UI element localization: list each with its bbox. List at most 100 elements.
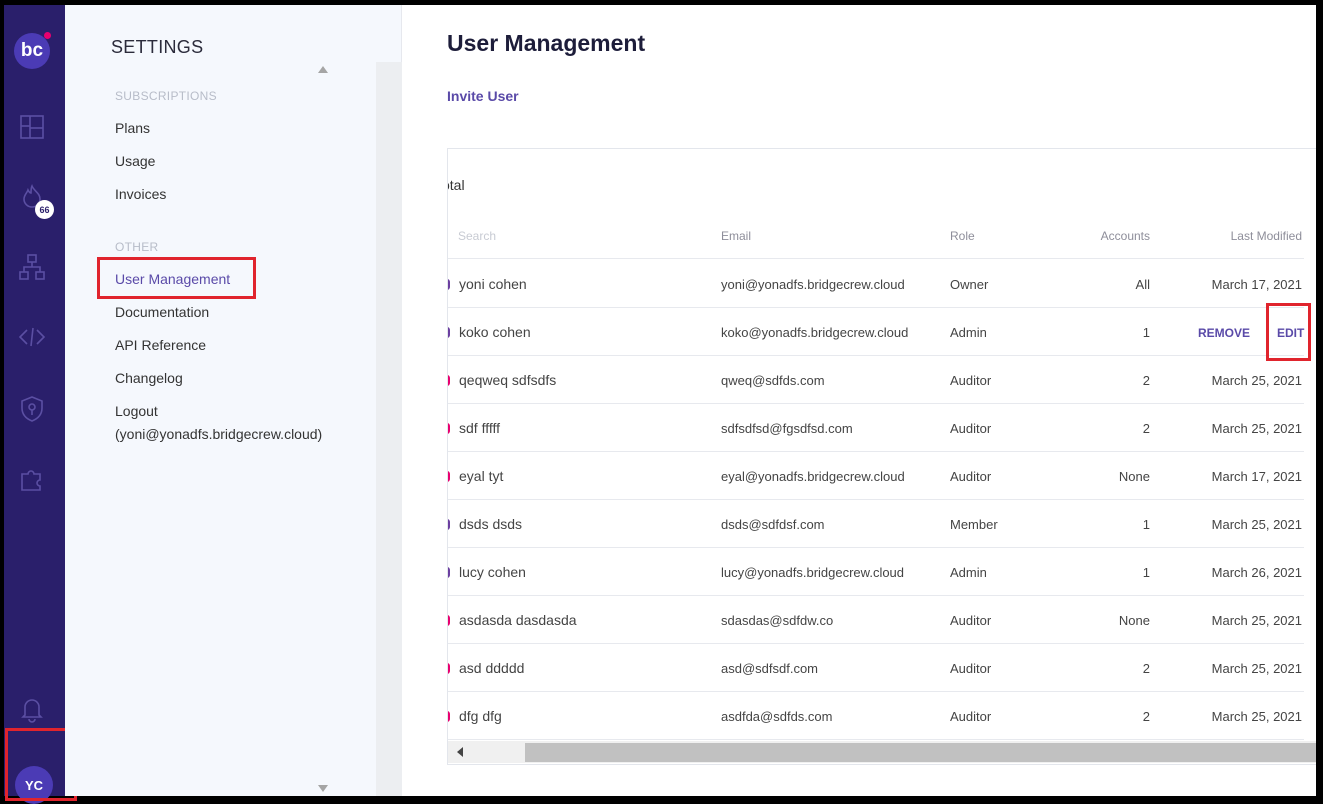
invite-user-button[interactable]: Invite User bbox=[447, 88, 519, 104]
user-name: qeqweq sdfsdfs bbox=[459, 372, 557, 388]
table-row[interactable]: qeqweq sdfsdfs qweq@sdfds.com Auditor 2 Marc… bbox=[448, 356, 1304, 404]
user-name: lucy cohen bbox=[459, 564, 526, 580]
column-email[interactable]: Email bbox=[721, 229, 751, 243]
user-last-modified: March 25, 2021 bbox=[1211, 373, 1302, 388]
user-email: sdasdas@sdfdw.co bbox=[721, 613, 834, 628]
user-last-modified: March 25, 2021 bbox=[1211, 709, 1302, 724]
settings-scrollbar[interactable] bbox=[376, 62, 402, 796]
status-dot bbox=[448, 471, 450, 482]
table-row[interactable]: lucy cohen lucy@yonadfs.bridgecrew.cloud A… bbox=[448, 548, 1304, 596]
icon-rail: bc 66 YC bbox=[4, 5, 65, 804]
users-table-card: otal Search Email Role Accounts Last Mod… bbox=[447, 148, 1316, 765]
nav-plans[interactable]: Plans bbox=[115, 120, 150, 136]
user-role: Auditor bbox=[950, 709, 992, 724]
table-row[interactable]: dsds dsds dsds@sdfdsf.com Member 1 March 25,… bbox=[448, 500, 1304, 548]
user-name: asd ddddd bbox=[459, 660, 525, 676]
user-accounts: All bbox=[1135, 277, 1150, 292]
nav-api-reference[interactable]: API Reference bbox=[115, 337, 206, 353]
user-email: sdfsdfsd@fgsdfsd.com bbox=[721, 421, 853, 436]
user-last-modified: March 26, 2021 bbox=[1211, 565, 1302, 580]
settings-title: SETTINGS bbox=[111, 37, 204, 57]
user-role: Auditor bbox=[950, 613, 992, 628]
user-accounts: None bbox=[1118, 613, 1150, 628]
user-email: qweq@sdfds.com bbox=[721, 373, 825, 388]
search-input[interactable]: Search bbox=[458, 229, 496, 243]
user-role: Admin bbox=[950, 565, 987, 580]
total-label: otal bbox=[448, 177, 465, 193]
nav-logout[interactable]: Logout bbox=[115, 403, 158, 419]
table-row[interactable]: eyal tyt eyal@yonadfs.bridgecrew.cloud Aud… bbox=[448, 452, 1304, 500]
scroll-down-icon[interactable] bbox=[318, 785, 328, 792]
column-last-modified[interactable]: Last Modified bbox=[1188, 229, 1302, 243]
code-icon[interactable] bbox=[18, 323, 46, 351]
app-window: bc 66 YC SETTINGS SUBSCRIPTIONS Plans Us… bbox=[0, 0, 1323, 804]
user-role: Admin bbox=[950, 325, 987, 340]
user-accounts: 1 bbox=[1142, 325, 1150, 340]
user-accounts: 2 bbox=[1142, 709, 1150, 724]
integrations-icon[interactable] bbox=[18, 465, 46, 493]
status-dot bbox=[448, 279, 450, 290]
user-name: sdf fffff bbox=[459, 420, 501, 436]
resources-icon[interactable] bbox=[18, 253, 46, 281]
user-avatar[interactable]: YC bbox=[15, 766, 53, 804]
user-last-modified: March 25, 2021 bbox=[1211, 613, 1302, 628]
table-row[interactable]: asd ddddd asd@sdfsdf.com Auditor 2 March 25,… bbox=[448, 644, 1304, 692]
dashboard-icon[interactable] bbox=[18, 113, 46, 141]
user-email: asdfda@sdfds.com bbox=[721, 709, 833, 724]
user-accounts: 2 bbox=[1142, 661, 1150, 676]
user-email: dsds@sdfdsf.com bbox=[721, 517, 825, 532]
scrollbar-thumb[interactable] bbox=[525, 743, 1316, 762]
subscriptions-heading: SUBSCRIPTIONS bbox=[115, 89, 217, 103]
column-accounts[interactable]: Accounts bbox=[1048, 229, 1150, 243]
status-dot bbox=[448, 663, 450, 674]
nav-documentation[interactable]: Documentation bbox=[115, 304, 209, 320]
user-role: Auditor bbox=[950, 373, 992, 388]
user-email: koko@yonadfs.bridgecrew.cloud bbox=[721, 325, 909, 340]
logo-dot bbox=[44, 32, 51, 39]
other-heading: OTHER bbox=[115, 240, 159, 254]
table-row[interactable]: dfg dfg asdfda@sdfds.com Auditor 2 March 25,… bbox=[448, 692, 1304, 740]
user-last-modified: March 17, 2021 bbox=[1211, 277, 1302, 292]
table-row[interactable]: asdasda dasdasda sdasdas@sdfdw.co Auditor N… bbox=[448, 596, 1304, 644]
table-row[interactable]: sdf fffff sdfsdfsd@fgsdfsd.com Auditor 2 Mar… bbox=[448, 404, 1304, 452]
remove-button[interactable]: REMOVE bbox=[1198, 326, 1250, 340]
table-row[interactable]: koko cohen koko@yonadfs.bridgecrew.cloud A… bbox=[448, 308, 1304, 356]
user-last-modified: March 25, 2021 bbox=[1211, 661, 1302, 676]
user-name: asdasda dasdasda bbox=[459, 612, 577, 628]
table-row[interactable]: yoni cohen yoni@yonadfs.bridgecrew.cloud O… bbox=[448, 260, 1304, 308]
bell-icon[interactable] bbox=[18, 695, 46, 723]
status-dot bbox=[448, 423, 450, 434]
user-accounts: 2 bbox=[1142, 373, 1150, 388]
user-name: yoni cohen bbox=[459, 276, 527, 292]
logout-email[interactable]: (yoni@yonadfs.bridgecrew.cloud) bbox=[115, 426, 322, 442]
nav-user-management[interactable]: User Management bbox=[115, 271, 230, 287]
user-role: Auditor bbox=[950, 421, 992, 436]
user-name: dsds dsds bbox=[459, 516, 523, 532]
status-dot bbox=[448, 567, 450, 578]
status-dot bbox=[448, 327, 450, 338]
scroll-left-icon[interactable] bbox=[457, 747, 463, 757]
status-dot bbox=[448, 615, 450, 626]
user-last-modified: March 17, 2021 bbox=[1211, 469, 1302, 484]
nav-changelog[interactable]: Changelog bbox=[115, 370, 183, 386]
user-accounts: None bbox=[1118, 469, 1150, 484]
edit-button[interactable]: EDIT bbox=[1277, 326, 1304, 340]
nav-usage[interactable]: Usage bbox=[115, 153, 155, 169]
user-email: lucy@yonadfs.bridgecrew.cloud bbox=[721, 565, 905, 580]
user-email: yoni@yonadfs.bridgecrew.cloud bbox=[721, 277, 905, 292]
user-name: eyal tyt bbox=[459, 468, 504, 484]
nav-invoices[interactable]: Invoices bbox=[115, 186, 166, 202]
user-last-modified: March 25, 2021 bbox=[1211, 421, 1302, 436]
user-role: Auditor bbox=[950, 661, 992, 676]
user-accounts: 2 bbox=[1142, 421, 1150, 436]
status-dot bbox=[448, 519, 450, 530]
user-email: eyal@yonadfs.bridgecrew.cloud bbox=[721, 469, 905, 484]
column-role[interactable]: Role bbox=[950, 229, 975, 243]
scroll-up-icon[interactable] bbox=[318, 66, 328, 73]
settings-panel: SETTINGS SUBSCRIPTIONS Plans Usage Invoi… bbox=[65, 5, 402, 796]
user-role: Owner bbox=[950, 277, 989, 292]
horizontal-scrollbar[interactable] bbox=[448, 741, 1316, 763]
page-title: User Management bbox=[447, 30, 646, 56]
security-icon[interactable] bbox=[18, 395, 46, 423]
user-email: asd@sdfsdf.com bbox=[721, 661, 819, 676]
